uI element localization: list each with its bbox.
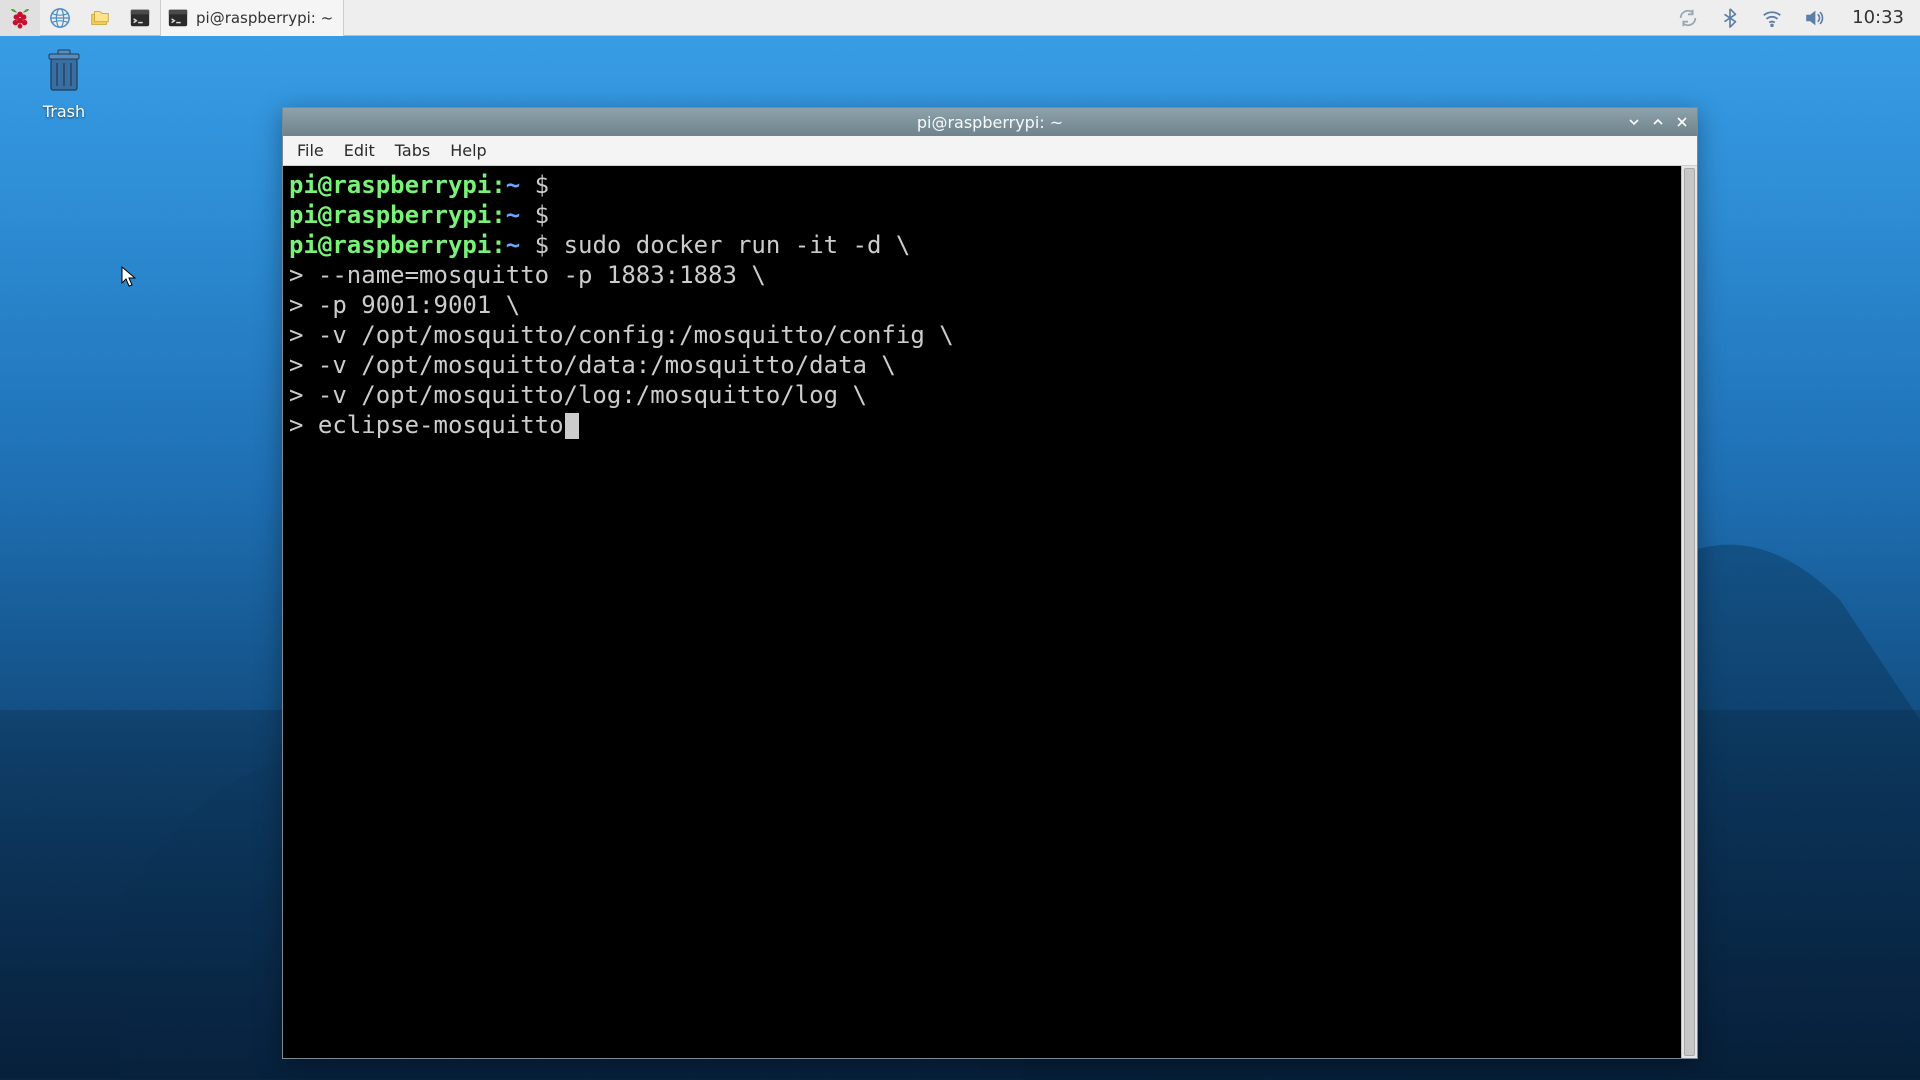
window-title: pi@raspberrypi: ~ [917, 113, 1063, 132]
terminal-line: > -v /opt/mosquitto/log:/mosquitto/log \ [289, 380, 1675, 410]
terminal-line: pi@raspberrypi:~ $ [289, 200, 1675, 230]
speaker-icon [1803, 7, 1825, 29]
refresh-icon [1677, 7, 1699, 29]
terminal-launcher[interactable] [120, 0, 160, 36]
window-maximize-button[interactable] [1647, 111, 1669, 133]
desktop-icon-label: Trash [28, 102, 100, 121]
terminal-menubar: File Edit Tabs Help [283, 136, 1697, 166]
raspberry-icon [9, 7, 31, 29]
terminal-line: > -v /opt/mosquitto/data:/mosquitto/data… [289, 350, 1675, 380]
globe-icon [49, 7, 71, 29]
menu-file[interactable]: File [289, 138, 332, 163]
app-menu-button[interactable] [0, 0, 40, 36]
window-minimize-button[interactable] [1623, 111, 1645, 133]
terminal-icon [167, 7, 189, 29]
menu-help[interactable]: Help [442, 138, 494, 163]
terminal-line: > -v /opt/mosquitto/config:/mosquitto/co… [289, 320, 1675, 350]
terminal-scrollbar[interactable] [1681, 166, 1697, 1058]
scrollbar-thumb[interactable] [1684, 168, 1695, 1056]
mouse-cursor [121, 266, 137, 292]
top-panel: pi@raspberrypi: ~ 10:33 [0, 0, 1920, 36]
volume-tray[interactable] [1802, 6, 1826, 30]
bluetooth-tray[interactable] [1718, 6, 1742, 30]
terminal-line: > eclipse-mosquitto [289, 410, 1675, 440]
panel-right: 10:33 [1676, 0, 1920, 35]
menu-edit[interactable]: Edit [336, 138, 383, 163]
terminal-window: pi@raspberrypi: ~ File Edit Tabs Help pi… [282, 107, 1698, 1059]
terminal-cursor [565, 413, 579, 439]
window-titlebar[interactable]: pi@raspberrypi: ~ [283, 108, 1697, 136]
window-buttons [1623, 108, 1693, 136]
terminal-line: pi@raspberrypi:~ $ sudo docker run -it -… [289, 230, 1675, 260]
terminal-line: pi@raspberrypi:~ $ [289, 170, 1675, 200]
panel-clock[interactable]: 10:33 [1844, 7, 1912, 28]
terminal-line: > -p 9001:9001 \ [289, 290, 1675, 320]
chevron-up-icon [1652, 116, 1664, 128]
chevron-down-icon [1628, 116, 1640, 128]
wifi-icon [1761, 7, 1783, 29]
web-browser-launcher[interactable] [40, 0, 80, 36]
close-icon [1676, 116, 1688, 128]
taskbar-item-label: pi@raspberrypi: ~ [196, 9, 333, 27]
file-manager-launcher[interactable] [80, 0, 120, 36]
window-close-button[interactable] [1671, 111, 1693, 133]
updates-tray[interactable] [1676, 6, 1700, 30]
terminal-output[interactable]: pi@raspberrypi:~ $ pi@raspberrypi:~ $ pi… [283, 166, 1681, 1058]
terminal-body-wrap: pi@raspberrypi:~ $ pi@raspberrypi:~ $ pi… [283, 166, 1697, 1058]
trash-icon [43, 48, 85, 94]
desktop-icon-trash[interactable]: Trash [28, 48, 100, 121]
wifi-tray[interactable] [1760, 6, 1784, 30]
bluetooth-icon [1719, 7, 1741, 29]
terminal-icon [129, 7, 151, 29]
panel-left: pi@raspberrypi: ~ [0, 0, 344, 35]
terminal-line: > --name=mosquitto -p 1883:1883 \ [289, 260, 1675, 290]
taskbar-item-terminal[interactable]: pi@raspberrypi: ~ [160, 0, 344, 36]
folders-icon [89, 7, 111, 29]
menu-tabs[interactable]: Tabs [387, 138, 438, 163]
